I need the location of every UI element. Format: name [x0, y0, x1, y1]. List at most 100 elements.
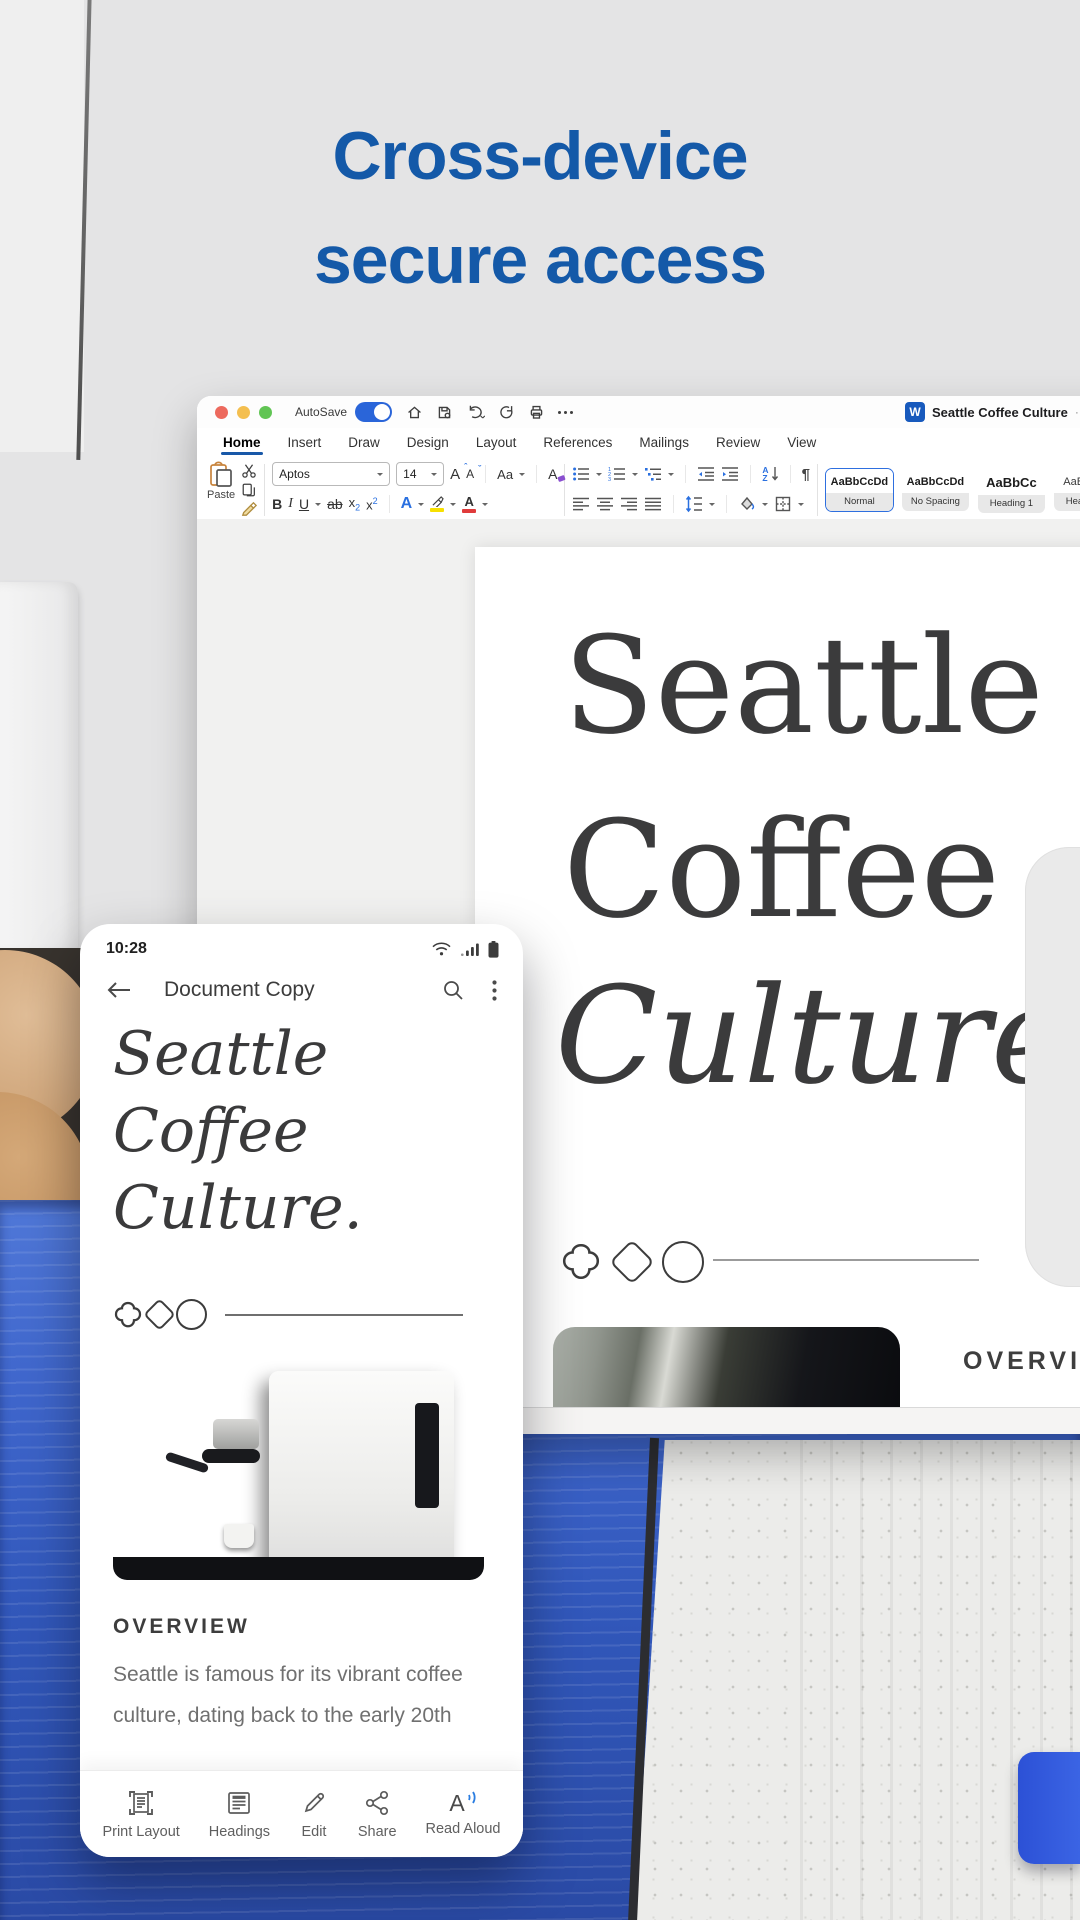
align-right-icon[interactable] — [620, 495, 638, 513]
coffee-cup — [224, 1524, 254, 1548]
copy-icon[interactable] — [241, 482, 257, 498]
search-icon[interactable] — [442, 979, 464, 1001]
redo-icon[interactable] — [498, 404, 515, 421]
back-arrow-icon[interactable] — [106, 980, 132, 1000]
print-icon[interactable] — [528, 404, 545, 421]
phone-document[interactable]: Seattle Coffee Culture. OVERVIEW — [80, 1016, 523, 1736]
quatrefoil-shape — [560, 1241, 602, 1283]
line-spacing-icon[interactable] — [685, 495, 703, 513]
paragraph-group: 123 AZ ¶ — [572, 459, 809, 521]
phone-app-bar: Document Copy — [80, 958, 523, 1016]
align-center-icon[interactable] — [596, 495, 614, 513]
tab-review[interactable]: Review — [716, 435, 760, 450]
overflow-menu-icon[interactable] — [492, 980, 497, 1001]
numbered-list-icon[interactable]: 123 — [608, 465, 626, 483]
share-button[interactable]: Share — [358, 1788, 397, 1840]
undo-icon[interactable] — [466, 404, 485, 421]
tab-home[interactable]: Home — [223, 435, 261, 450]
increase-indent-icon[interactable] — [721, 465, 739, 483]
shading-icon[interactable] — [738, 495, 756, 513]
show-formatting-marks-button[interactable]: ¶ — [802, 466, 810, 483]
coffee-machine-body — [269, 1371, 455, 1573]
change-case-button[interactable]: Aa — [497, 467, 513, 482]
minimize-window-button[interactable] — [237, 406, 250, 419]
coffee-machine-photo — [113, 1350, 484, 1580]
diamond-shape — [143, 1298, 176, 1331]
tab-mailings[interactable]: Mailings — [639, 435, 689, 450]
chevron-down-icon — [632, 473, 638, 479]
chevron-down-icon — [519, 473, 525, 479]
style-normal[interactable]: AaBbCcDd Normal — [825, 468, 894, 512]
document-title: Seattle Coffee Culture — [932, 405, 1068, 420]
paste-icon — [208, 461, 234, 489]
grow-font-button[interactable]: Aˆ — [450, 466, 460, 483]
headings-button[interactable]: Headings — [209, 1788, 270, 1840]
chevron-down-icon — [709, 503, 715, 509]
edit-button[interactable]: Edit — [299, 1788, 329, 1840]
more-commands-icon[interactable] — [558, 411, 573, 414]
tab-design[interactable]: Design — [407, 435, 449, 450]
coffee-machine-group-head — [213, 1419, 259, 1449]
wifi-icon — [431, 941, 452, 958]
read-aloud-button[interactable]: A Read Aloud — [426, 1792, 501, 1837]
cellular-signal-icon — [461, 942, 479, 957]
home-icon[interactable] — [406, 404, 423, 421]
style-heading-1[interactable]: AaBbCc Heading 1 — [977, 467, 1046, 514]
font-group: Aptos 14 Aˆ Aˇ Aa A B I U ab x2 x2 — [272, 459, 557, 521]
multilevel-list-icon[interactable] — [644, 465, 662, 483]
shrink-font-button[interactable]: Aˇ — [466, 467, 474, 481]
coffee-machine-portafilter — [202, 1449, 260, 1463]
bullet-list-icon[interactable] — [572, 465, 590, 483]
toggle-knob — [374, 404, 390, 420]
superscript-button[interactable]: x2 — [366, 496, 378, 512]
italic-button[interactable]: I — [288, 496, 293, 512]
diamond-shape — [609, 1239, 654, 1284]
tab-view[interactable]: View — [787, 435, 816, 450]
font-size-select[interactable]: 14 — [396, 462, 444, 486]
borders-icon[interactable] — [774, 495, 792, 513]
sort-button[interactable]: AZ — [762, 466, 778, 483]
print-layout-button[interactable]: Print Layout — [102, 1788, 179, 1840]
document-page[interactable]: Seattle Coffee Culture OVERVIEW — [475, 547, 1080, 1408]
format-painter-icon[interactable] — [241, 501, 257, 517]
tab-insert[interactable]: Insert — [288, 435, 322, 450]
phone-page-title: Document Copy — [164, 978, 442, 1002]
font-name-select[interactable]: Aptos — [272, 462, 390, 486]
highlight-button[interactable] — [430, 496, 444, 512]
highlighter-icon — [431, 496, 444, 507]
underline-button[interactable]: U — [299, 496, 309, 512]
save-icon[interactable] — [436, 404, 453, 421]
zoom-window-button[interactable] — [259, 406, 272, 419]
tab-draw[interactable]: Draw — [348, 435, 380, 450]
font-color-button[interactable]: A — [462, 495, 476, 513]
style-no-spacing[interactable]: AaBbCcDd No Spacing — [901, 468, 970, 512]
body-line-1: Seattle is famous for its vibrant coffee — [113, 1654, 490, 1695]
hero-heading: Cross-device secure access — [0, 104, 1080, 312]
quatrefoil-shape — [113, 1300, 143, 1330]
tab-references[interactable]: References — [543, 435, 612, 450]
ribbon-tab-bar: Home Insert Draw Design Layout Reference… — [197, 428, 1080, 456]
chevron-down-icon — [798, 503, 804, 509]
hero-line-2: secure access — [0, 208, 1080, 312]
paste-button[interactable]: Paste — [207, 461, 235, 521]
bold-button[interactable]: B — [272, 496, 282, 512]
read-aloud-icon: A — [449, 1792, 476, 1815]
clear-formatting-button[interactable]: A — [548, 466, 557, 482]
autosave-toggle[interactable] — [355, 402, 392, 422]
close-window-button[interactable] — [215, 406, 228, 419]
style-heading-2[interactable]: AaBbCcD Heading 2 — [1053, 468, 1080, 512]
coffee-photo-desktop — [553, 1327, 900, 1408]
text-effects-button[interactable]: A — [401, 495, 413, 513]
cut-icon[interactable] — [241, 463, 257, 479]
subscript-button[interactable]: x2 — [349, 495, 361, 513]
decrease-indent-icon[interactable] — [697, 465, 715, 483]
svg-text:3: 3 — [608, 477, 611, 483]
justify-icon[interactable] — [644, 495, 662, 513]
divider-line — [713, 1259, 979, 1261]
strikethrough-button[interactable]: ab — [327, 496, 343, 512]
tab-layout[interactable]: Layout — [476, 435, 517, 450]
phone-status-bar: 10:28 — [80, 924, 523, 958]
paste-label: Paste — [207, 489, 235, 501]
side-panel-card — [1025, 847, 1080, 1287]
align-left-icon[interactable] — [572, 495, 590, 513]
